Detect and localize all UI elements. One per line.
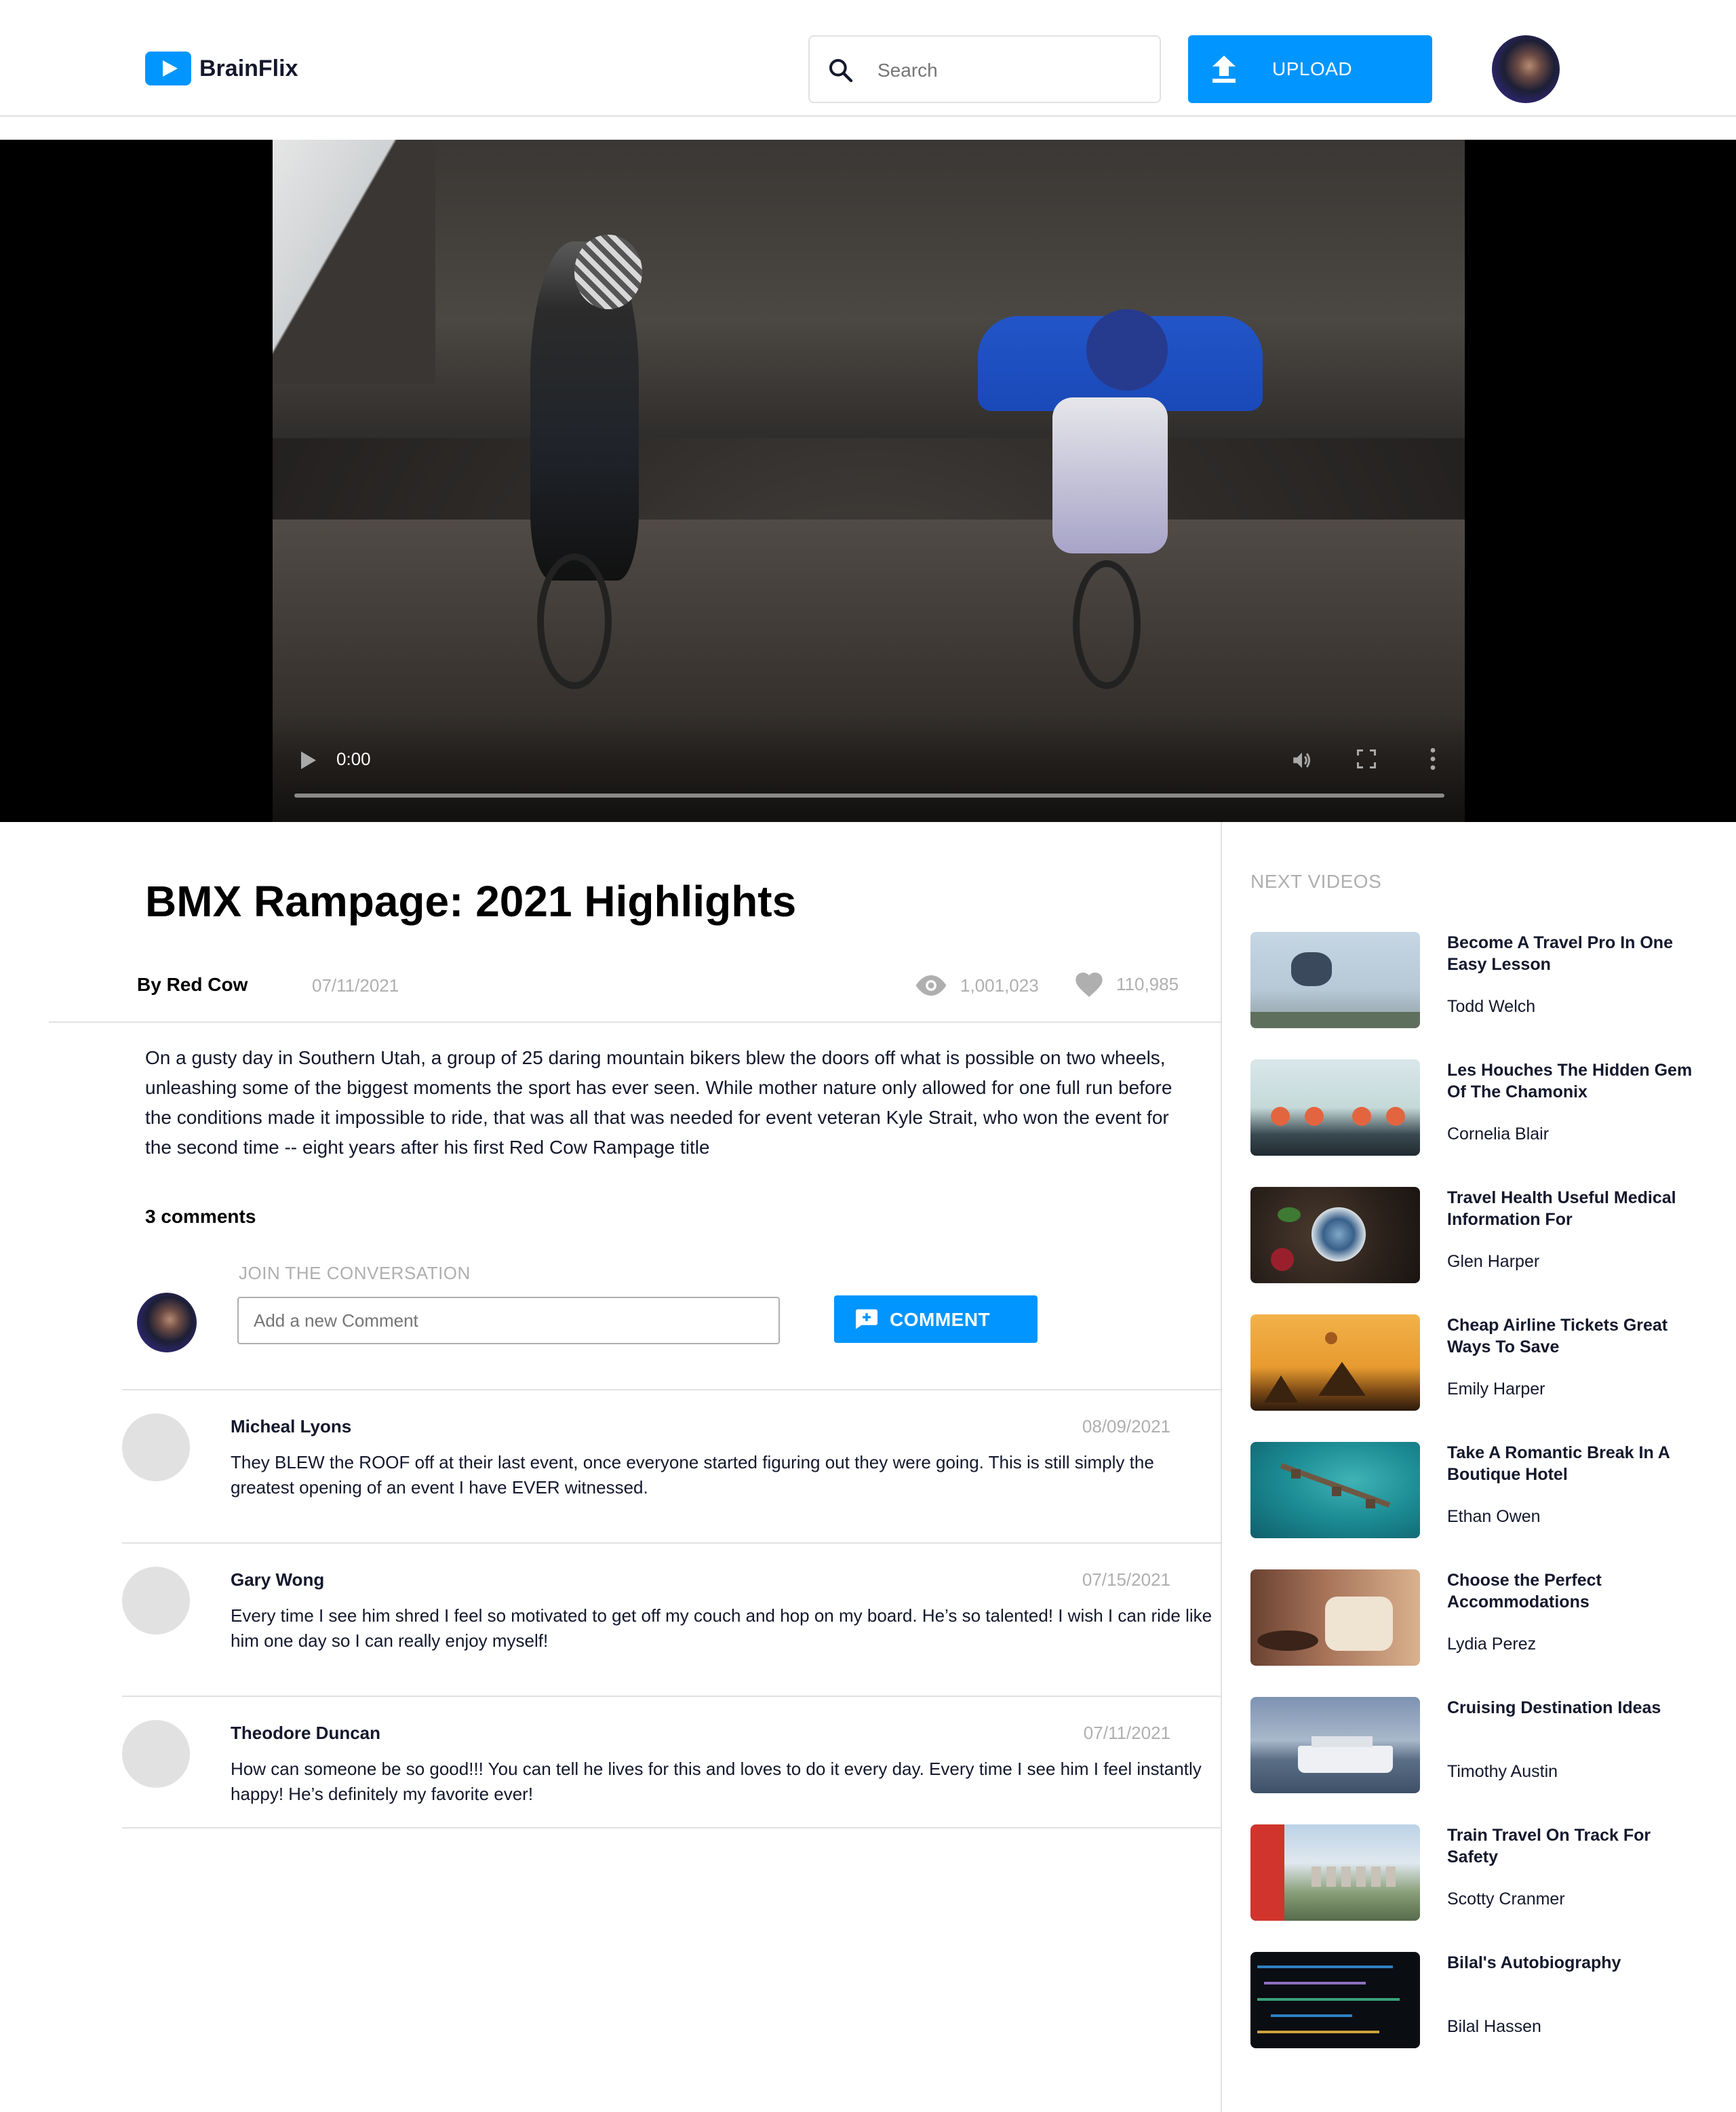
- video-player-area: 0:00: [0, 140, 1736, 822]
- next-video-channel: Bilal Hassen: [1447, 2017, 1541, 2036]
- comment-button[interactable]: COMMENT: [834, 1295, 1038, 1343]
- video-thumbnail: [1250, 1314, 1420, 1411]
- next-video-channel: Scotty Cranmer: [1447, 1890, 1565, 1909]
- next-video-channel: Cornelia Blair: [1447, 1125, 1550, 1143]
- comment-date: 07/11/2021: [1083, 1723, 1170, 1743]
- commenter-name: Gary Wong: [231, 1569, 325, 1590]
- next-video-item[interactable]: Les Houches The Hidden Gem Of The Chamon…: [1250, 1059, 1712, 1156]
- comment-date: 07/15/2021: [1082, 1569, 1170, 1590]
- video-thumbnail: [1250, 1442, 1420, 1538]
- meta-divider: [49, 1021, 1221, 1023]
- commenter-name: Theodore Duncan: [231, 1723, 381, 1743]
- next-videos-label: NEXT VIDEOS: [1250, 871, 1382, 892]
- comment-user-avatar: [137, 1293, 197, 1352]
- video-thumbnail: [1250, 1697, 1420, 1793]
- video-description: On a gusty day in Southern Utah, a group…: [145, 1047, 1172, 1158]
- comment-item: Gary Wong 07/15/2021 Every time I see hi…: [122, 1542, 1221, 1697]
- commenter-avatar: [122, 1413, 190, 1481]
- next-video-channel: Emily Harper: [1447, 1380, 1545, 1399]
- video-wheel-left: [537, 553, 612, 689]
- video-thumbnail: [1250, 1187, 1420, 1283]
- next-video-item[interactable]: Choose the Perfect Accommodations Lydia …: [1250, 1569, 1712, 1666]
- comment-item: Micheal Lyons 08/09/2021 They BLEW the R…: [122, 1389, 1221, 1544]
- next-video-item[interactable]: Cheap Airline Tickets Great Ways To Save…: [1250, 1314, 1712, 1411]
- search-icon: [829, 59, 853, 83]
- upload-label: UPLOAD: [1272, 58, 1353, 79]
- like-count: 110,985: [1116, 974, 1179, 994]
- logo-text: BrainFlix: [199, 55, 298, 81]
- post-date: 07/11/2021: [312, 975, 399, 996]
- progress-bar[interactable]: [294, 794, 1444, 798]
- likes-heart-icon[interactable]: [1076, 973, 1103, 997]
- next-video-title: Train Travel On Track For Safety: [1447, 1826, 1651, 1866]
- play-logo-icon: [145, 52, 191, 85]
- next-video-item[interactable]: Travel Health Useful Medical Information…: [1250, 1187, 1712, 1283]
- comments-count: 3 comments: [145, 1206, 256, 1227]
- next-video-item[interactable]: Take A Romantic Break In A Boutique Hote…: [1250, 1442, 1712, 1538]
- comment-text: How can someone be so good!!! You can te…: [231, 1759, 1202, 1804]
- next-video-item[interactable]: Become A Travel Pro In One Easy Lesson T…: [1250, 932, 1712, 1028]
- upload-button[interactable]: UPLOAD: [1188, 35, 1432, 103]
- upload-icon: [1212, 56, 1236, 83]
- user-avatar[interactable]: [1492, 35, 1560, 103]
- video-title: BMX Rampage: 2021 Highlights: [145, 877, 797, 926]
- video-controls: 0:00: [273, 713, 1465, 822]
- next-video-title: Les Houches The Hidden Gem Of The Chamon…: [1447, 1061, 1693, 1101]
- view-count: 1,001,023: [960, 975, 1039, 996]
- video-thumbnail: [1250, 932, 1420, 1028]
- next-video-item[interactable]: Cruising Destination Ideas Timothy Austi…: [1250, 1697, 1712, 1793]
- search-box[interactable]: [808, 35, 1161, 103]
- comment-date: 08/09/2021: [1082, 1416, 1170, 1436]
- views-eye-icon: [915, 975, 947, 996]
- video-thumbnail: [1250, 1569, 1420, 1666]
- play-icon[interactable]: [301, 751, 316, 769]
- fullscreen-icon[interactable]: [1356, 749, 1377, 769]
- video-wheel-right: [1073, 560, 1141, 689]
- next-video-title: Become A Travel Pro In One Easy Lesson: [1447, 933, 1673, 974]
- comment-input[interactable]: [237, 1297, 780, 1344]
- time-readout: 0:00: [336, 749, 371, 769]
- next-video-title: Choose the Perfect Accommodations: [1447, 1571, 1602, 1611]
- video-frame-ramp: [273, 140, 435, 384]
- video-rider-right-legs: [1052, 397, 1168, 553]
- channel-name[interactable]: By Red Cow: [137, 974, 248, 996]
- volume-icon[interactable]: [1290, 749, 1314, 772]
- brainflix-logo[interactable]: BrainFlix: [145, 52, 298, 85]
- video-frame-roof: [273, 140, 1465, 438]
- next-video-title: Travel Health Useful Medical Information…: [1447, 1188, 1676, 1229]
- next-video-item[interactable]: Bilal's Autobiography Bilal Hassen: [1250, 1952, 1712, 2048]
- next-video-channel: Ethan Owen: [1447, 1507, 1541, 1526]
- comment-button-label: COMMENT: [890, 1309, 991, 1330]
- next-video-title: Cruising Destination Ideas: [1447, 1698, 1661, 1717]
- video-thumbnail: [1250, 1059, 1420, 1156]
- next-video-channel: Lydia Perez: [1447, 1635, 1537, 1654]
- commenter-avatar: [122, 1720, 190, 1788]
- video-rider-right-helmet: [1086, 309, 1168, 391]
- next-video-item[interactable]: Train Travel On Track For Safety Scotty …: [1250, 1824, 1712, 1921]
- next-video-channel: Timothy Austin: [1447, 1762, 1558, 1781]
- video-thumbnail: [1250, 1952, 1420, 2048]
- add-comment-icon: [856, 1309, 877, 1329]
- search-input[interactable]: [877, 56, 1149, 85]
- site-header: BrainFlix UPLOAD: [0, 0, 1736, 117]
- next-video-title: Bilal's Autobiography: [1447, 1953, 1621, 1972]
- video-player[interactable]: 0:00: [273, 140, 1465, 822]
- more-options-icon[interactable]: [1429, 747, 1436, 770]
- join-conversation-label: JOIN THE CONVERSATION: [239, 1263, 471, 1283]
- next-video-title: Take A Romantic Break In A Boutique Hote…: [1447, 1443, 1670, 1484]
- video-rider-left-helmet: [574, 235, 642, 309]
- next-video-channel: Glen Harper: [1447, 1252, 1540, 1271]
- next-videos-sidebar: NEXT VIDEOS Become A Travel Pro In One E…: [1221, 822, 1736, 2112]
- video-thumbnail: [1250, 1824, 1420, 1921]
- comments-divider: [122, 1827, 1221, 1829]
- next-video-channel: Todd Welch: [1447, 997, 1536, 1016]
- comment-text: They BLEW the ROOF off at their last eve…: [231, 1452, 1154, 1498]
- next-video-title: Cheap Airline Tickets Great Ways To Save: [1447, 1316, 1668, 1356]
- commenter-name: Micheal Lyons: [231, 1416, 352, 1436]
- commenter-avatar: [122, 1567, 190, 1635]
- comment-text: Every time I see him shred I feel so mot…: [231, 1605, 1212, 1651]
